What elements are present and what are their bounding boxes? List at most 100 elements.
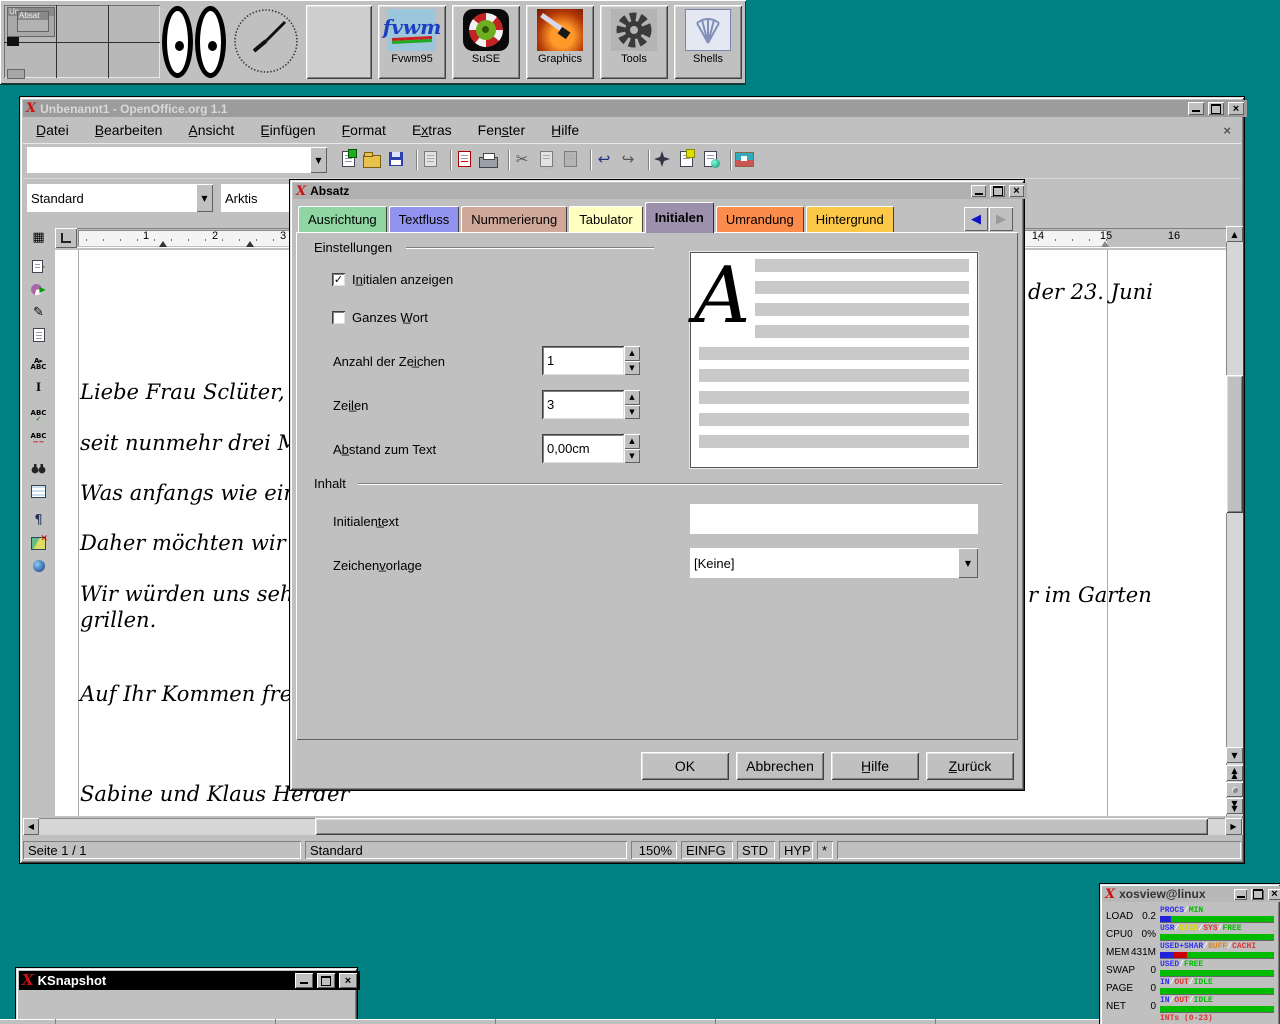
previous-page-button[interactable]: ▲▲ <box>1226 765 1243 781</box>
save-button[interactable] <box>385 148 407 170</box>
minimize-button[interactable] <box>1234 889 1247 900</box>
autospellcheck-button[interactable]: ABC~~ <box>28 428 50 450</box>
dialog-titlebar[interactable]: X Absatz × <box>293 183 1027 199</box>
char-style-input[interactable] <box>690 548 958 578</box>
tab-ausrichtung[interactable]: Ausrichtung <box>298 206 387 233</box>
find-replace-button[interactable] <box>28 457 50 479</box>
right-indent-marker[interactable] <box>1101 241 1109 247</box>
nonprinting-characters-button[interactable]: ¶ <box>28 509 50 531</box>
status-insert-mode[interactable]: EINFG <box>681 841 733 859</box>
form-functions-button[interactable] <box>28 324 50 346</box>
direct-cursor-button[interactable]: I <box>28 376 50 398</box>
copy-button[interactable] <box>535 148 557 170</box>
horizontal-scroll-thumb[interactable] <box>315 818 1208 835</box>
navigator-button[interactable] <box>651 148 673 170</box>
num-chars-input[interactable] <box>542 346 624 375</box>
show-dropcaps-checkbox[interactable]: ✓ In̲itialen anzeigen <box>332 272 453 287</box>
scroll-down-button[interactable]: ▼ <box>1226 747 1243 763</box>
status-style[interactable]: Standard <box>305 841 627 859</box>
tab-scroll-right-button[interactable]: ▶ <box>989 207 1013 231</box>
insert-fields-button[interactable]: ▶ <box>28 255 50 277</box>
maximize-button[interactable] <box>1251 889 1264 900</box>
panel-button-graphics[interactable]: Graphics <box>526 5 594 79</box>
panel-button-suse[interactable]: SuSE <box>452 5 520 79</box>
menu-fenster[interactable]: Fens̲ter <box>465 118 538 142</box>
vertical-scrollbar[interactable]: ▲ ▼ ▲▲ ▼▼ <box>1226 226 1243 816</box>
status-modified-flag[interactable]: * <box>817 841 833 859</box>
scroll-right-button[interactable]: ▶ <box>1225 818 1242 835</box>
paragraph-style-input[interactable] <box>27 184 196 212</box>
status-zoom[interactable]: 150% <box>631 841 677 859</box>
online-layout-button[interactable] <box>28 555 50 577</box>
back-button[interactable]: Z̲urück <box>926 752 1014 780</box>
close-button[interactable]: × <box>339 973 357 988</box>
insert-table-button[interactable]: ▦ <box>28 226 50 248</box>
pager-mini-window[interactable] <box>7 37 19 46</box>
horizontal-scrollbar[interactable]: ◀ ▶ <box>23 818 1243 835</box>
scroll-left-button[interactable]: ◀ <box>23 818 39 835</box>
paste-button[interactable] <box>559 148 581 170</box>
gallery-button[interactable] <box>733 148 755 170</box>
tab-nummerierung[interactable]: Nummerierung <box>461 206 567 233</box>
close-document-icon[interactable]: × <box>1213 123 1241 138</box>
print-button[interactable] <box>477 148 499 170</box>
tab-scroll-left-button[interactable]: ◀ <box>964 207 988 231</box>
tab-textfluss[interactable]: Textfluss <box>389 206 460 233</box>
maximize-button[interactable] <box>990 185 1005 197</box>
menu-format[interactable]: F̲ormat <box>329 118 399 142</box>
paragraph-style-combobox[interactable]: ▼ <box>27 184 213 212</box>
maximize-button[interactable] <box>317 973 335 988</box>
empty-panel-button[interactable] <box>306 5 372 79</box>
minimize-button[interactable] <box>295 973 313 988</box>
vertical-scroll-thumb[interactable] <box>1226 375 1243 513</box>
menu-einfuegen[interactable]: E̲infügen <box>247 118 328 142</box>
close-button[interactable]: × <box>1009 185 1024 197</box>
close-button[interactable]: × <box>1228 102 1244 115</box>
status-selection-mode[interactable]: STD <box>737 841 775 859</box>
spin-down-button[interactable]: ▼ <box>624 405 640 420</box>
status-hyperlink-mode[interactable]: HYP <box>779 841 813 859</box>
pager-mini-window[interactable]: Absat <box>17 11 49 32</box>
spin-up-button[interactable]: ▲ <box>624 390 640 405</box>
draw-functions-button[interactable]: ✎ <box>28 301 50 323</box>
office-titlebar[interactable]: X Unbenannt1 - OpenOffice.org 1.1 × <box>23 100 1247 117</box>
lines-input[interactable] <box>542 390 624 419</box>
spin-up-button[interactable]: ▲ <box>624 434 640 449</box>
minimize-button[interactable] <box>971 185 986 197</box>
close-button[interactable]: × <box>1268 889 1280 900</box>
scroll-up-button[interactable]: ▲ <box>1226 226 1243 242</box>
panel-button-fvwm95[interactable]: fvwm Fvwm95 <box>378 5 446 79</box>
xosview-titlebar[interactable]: X xosview@linux × <box>1102 886 1280 902</box>
pager-mini-window[interactable] <box>7 69 25 79</box>
autotext-button[interactable]: A▸ABC <box>28 353 50 375</box>
url-combobox[interactable]: ▼ <box>27 147 327 173</box>
hyperlink-dialog-button[interactable] <box>699 148 721 170</box>
indent-marker[interactable] <box>246 241 254 247</box>
data-sources-button[interactable] <box>28 480 50 502</box>
minimize-button[interactable] <box>1188 102 1204 115</box>
char-style-combobox[interactable]: ▼ <box>690 548 978 578</box>
graphics-onoff-button[interactable]: ✕ <box>28 532 50 554</box>
spin-up-button[interactable]: ▲ <box>624 346 640 361</box>
url-dropdown-button[interactable]: ▼ <box>310 147 327 173</box>
spellcheck-button[interactable]: ABC✓ <box>28 405 50 427</box>
edit-file-button[interactable] <box>419 148 441 170</box>
help-button[interactable]: H̲ilfe <box>831 752 919 780</box>
ok-button[interactable]: OK <box>641 752 729 780</box>
redo-button[interactable]: ↪ <box>617 148 639 170</box>
menu-datei[interactable]: D̲atei <box>23 118 82 142</box>
taskbar-edge[interactable] <box>0 1019 1100 1024</box>
open-file-button[interactable] <box>361 148 383 170</box>
style-dropdown-button[interactable]: ▼ <box>196 184 213 212</box>
char-style-dropdown-button[interactable]: ▼ <box>958 548 978 578</box>
menu-hilfe[interactable]: H̲ilfe <box>538 118 592 142</box>
undo-button[interactable]: ↩ <box>593 148 615 170</box>
insert-object-button[interactable]: ▶ <box>28 278 50 300</box>
cut-button[interactable]: ✂ <box>511 148 533 170</box>
status-page[interactable]: Seite 1 / 1 <box>23 841 301 859</box>
panel-button-shells[interactable]: Shells <box>674 5 742 79</box>
navigation-dot-button[interactable] <box>1226 782 1243 797</box>
tab-tabulator[interactable]: Tabulator <box>569 206 642 233</box>
new-document-button[interactable] <box>337 148 359 170</box>
distance-spinner[interactable]: ▲ ▼ <box>542 434 640 463</box>
